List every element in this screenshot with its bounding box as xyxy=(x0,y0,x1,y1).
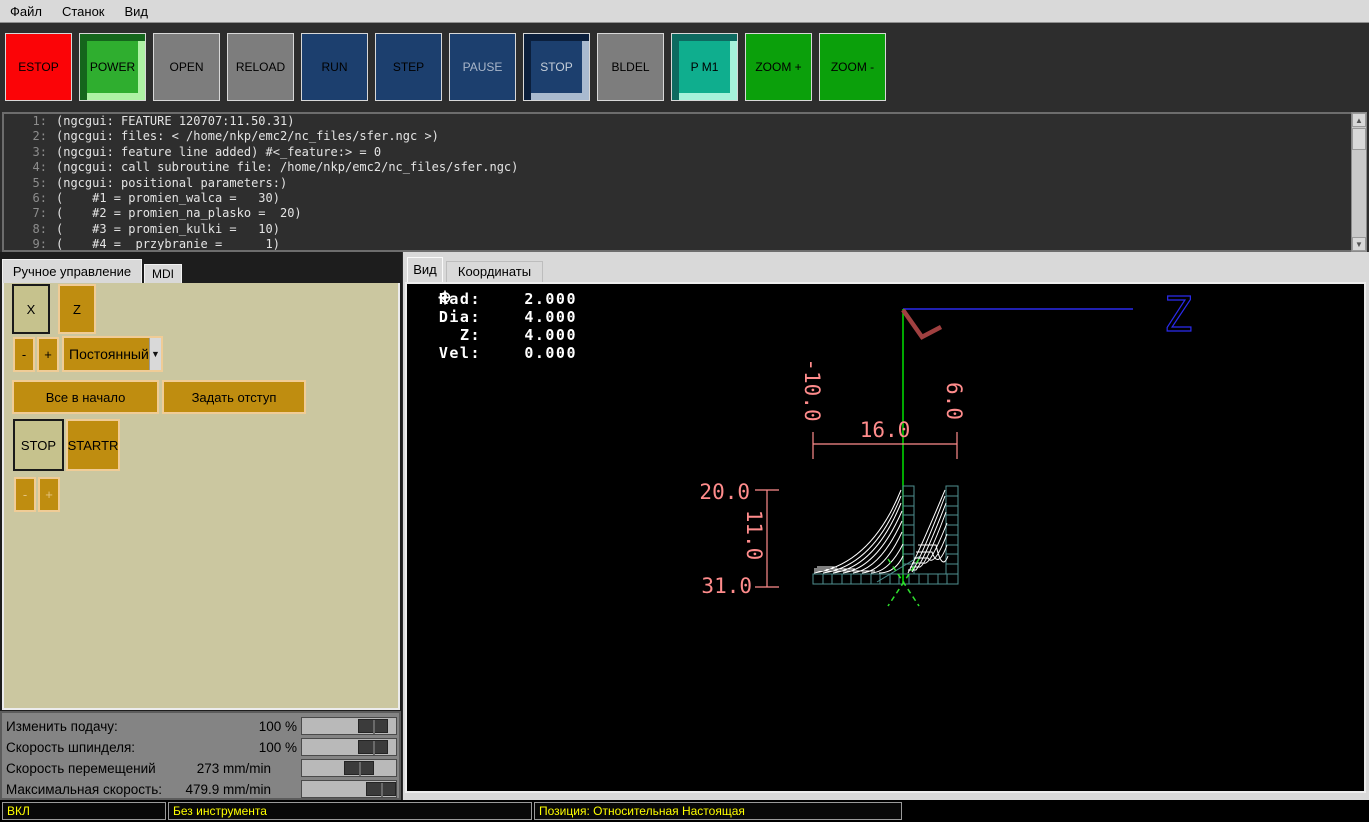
zoom-in-button[interactable]: ZOOM + xyxy=(745,33,812,101)
dim-right-label: 6.0 xyxy=(942,382,966,420)
axis-x-button[interactable]: X xyxy=(12,284,50,334)
jog-mode-value: Постоянный xyxy=(64,338,149,370)
dimension-labels: 16.0 -10.0 6.0 20.0 11.0 31.0 xyxy=(699,358,966,598)
tab-mdi[interactable]: MDI xyxy=(144,264,182,283)
tab-view[interactable]: Вид xyxy=(407,257,443,282)
jog-notebook: Ручное управление MDI X Z - + Постоянный… xyxy=(0,252,402,800)
override-panel: Изменить подачу: 100 % Скорость шпинделя… xyxy=(0,711,401,800)
jog-speed-row: Скорость перемещений 273 mm/min xyxy=(6,758,399,778)
axis-z-button[interactable]: Z xyxy=(58,284,96,334)
spindle-start-button[interactable]: STARTR xyxy=(66,419,120,471)
estop-button[interactable]: ESTOP xyxy=(5,33,72,101)
menu-bar: Файл Станок Вид xyxy=(0,0,1369,23)
spindle-override-value: 100 % xyxy=(259,740,297,755)
status-bar: ВКЛ Без инструмента Позиция: Относительн… xyxy=(0,800,1369,822)
tab-manual-control[interactable]: Ручное управление xyxy=(2,259,142,283)
log-scrollbar[interactable]: ▲ ▼ xyxy=(1351,112,1367,252)
log-line: 2:(ngcgui: files: < /home/nkp/emc2/nc_fi… xyxy=(4,129,1351,144)
backplot-drawing: Z 16.0 -10.0 6.0 20.0 11.0 31.0 xyxy=(407,284,1364,791)
slider-handle[interactable] xyxy=(358,740,388,754)
spindle-override-row: Скорость шпинделя: 100 % xyxy=(6,737,399,757)
jog-speed-label: Скорость перемещений xyxy=(6,761,156,776)
spindle-stop-button[interactable]: STOP xyxy=(13,419,64,471)
zoom-out-button[interactable]: ZOOM - xyxy=(819,33,886,101)
jog-speed-value: 273 mm/min xyxy=(197,761,271,776)
jog-minus-button[interactable]: - xyxy=(13,337,35,372)
spindle-minus-button[interactable]: - xyxy=(14,477,36,512)
jog-mode-dropdown[interactable]: Постоянный ▼ xyxy=(62,336,163,372)
slider-handle[interactable] xyxy=(344,761,374,775)
log-line: 3:(ngcgui: feature line added) #<_featur… xyxy=(4,145,1351,160)
gcode-log-area[interactable]: 1:(ngcgui: FEATURE 120707:11.50.31) 2:(n… xyxy=(2,112,1351,252)
step-button[interactable]: STEP xyxy=(375,33,442,101)
dim-width-label: 16.0 xyxy=(860,418,911,442)
spindle-override-label: Скорость шпинделя: xyxy=(6,740,135,755)
jog-plus-button[interactable]: + xyxy=(37,337,59,372)
optional-stop-button[interactable]: P M1 xyxy=(671,33,738,101)
scrollbar-thumb[interactable] xyxy=(1352,128,1366,150)
max-speed-value: 479.9 mm/min xyxy=(185,782,271,797)
log-line: 5:(ngcgui: positional parameters:) xyxy=(4,176,1351,191)
slider-handle[interactable] xyxy=(366,782,396,796)
feed-override-label: Изменить подачу: xyxy=(6,719,118,734)
feed-override-value: 100 % xyxy=(259,719,297,734)
power-button[interactable]: POWER xyxy=(79,33,146,101)
pause-button[interactable]: PAUSE xyxy=(449,33,516,101)
log-line: 6:( #1 = promien_walca = 30) xyxy=(4,191,1351,206)
home-all-button[interactable]: Все в начало xyxy=(12,380,159,414)
log-line: 9:( #4 = przybranie = 1) xyxy=(4,237,1351,252)
max-speed-label: Максимальная скорость: xyxy=(6,782,162,797)
dim-left-label: -10.0 xyxy=(800,358,824,421)
bldel-button[interactable]: BLDEL xyxy=(597,33,664,101)
feed-override-row: Изменить подачу: 100 % xyxy=(6,716,399,736)
log-line: 4:(ngcgui: call subroutine file: /home/n… xyxy=(4,160,1351,175)
reload-button[interactable]: RELOAD xyxy=(227,33,294,101)
slider-handle[interactable] xyxy=(358,719,388,733)
view-notebook: Вид Координаты Rad: 2.000 Dia: 4.000 Z: … xyxy=(403,252,1369,800)
backplot-canvas[interactable]: Rad: 2.000 Dia: 4.000 Z: 4.000 xyxy=(405,282,1366,793)
spindle-plus-button[interactable]: + xyxy=(38,477,60,512)
log-line: 7:( #2 = promien_na_plasko = 20) xyxy=(4,206,1351,221)
log-line: 1:(ngcgui: FEATURE 120707:11.50.31) xyxy=(4,114,1351,129)
menu-machine[interactable]: Станок xyxy=(52,1,115,22)
toolbar: ESTOP POWER OPEN RELOAD RUN STEP PAUSE S… xyxy=(0,24,1369,112)
scroll-up-icon[interactable]: ▲ xyxy=(1352,113,1366,127)
toolpath-curves xyxy=(814,490,948,573)
menu-view[interactable]: Вид xyxy=(115,1,159,22)
feed-override-slider[interactable] xyxy=(301,717,397,735)
max-speed-slider[interactable] xyxy=(301,780,397,798)
jog-speed-slider[interactable] xyxy=(301,759,397,777)
dimension-lines xyxy=(755,432,957,587)
position-mode-status: Позиция: Относительная Настоящая xyxy=(534,802,902,820)
machine-state-status: ВКЛ xyxy=(2,802,166,820)
scroll-down-icon[interactable]: ▼ xyxy=(1352,237,1366,251)
spindle-override-slider[interactable] xyxy=(301,738,397,756)
log-line: 8:( #3 = promien_kulki = 10) xyxy=(4,222,1351,237)
run-button[interactable]: RUN xyxy=(301,33,368,101)
max-speed-row: Максимальная скорость: 479.9 mm/min xyxy=(6,779,399,799)
tool-marker xyxy=(903,310,941,337)
tool-status: Без инструмента xyxy=(168,802,532,820)
dim-height-label: 11.0 xyxy=(742,510,766,561)
jog-panel: X Z - + Постоянный ▼ Все в начало Задать… xyxy=(2,283,400,710)
tab-coordinates[interactable]: Координаты xyxy=(446,261,543,282)
dim-top-label: 20.0 xyxy=(699,480,750,504)
z-axis-label: Z xyxy=(1164,287,1193,343)
open-button[interactable]: OPEN xyxy=(153,33,220,101)
chevron-down-icon[interactable]: ▼ xyxy=(149,338,161,370)
dim-bottom-label: 31.0 xyxy=(701,574,752,598)
menu-file[interactable]: Файл xyxy=(0,1,52,22)
set-offset-button[interactable]: Задать отступ xyxy=(162,380,306,414)
stop-button[interactable]: STOP xyxy=(523,33,590,101)
